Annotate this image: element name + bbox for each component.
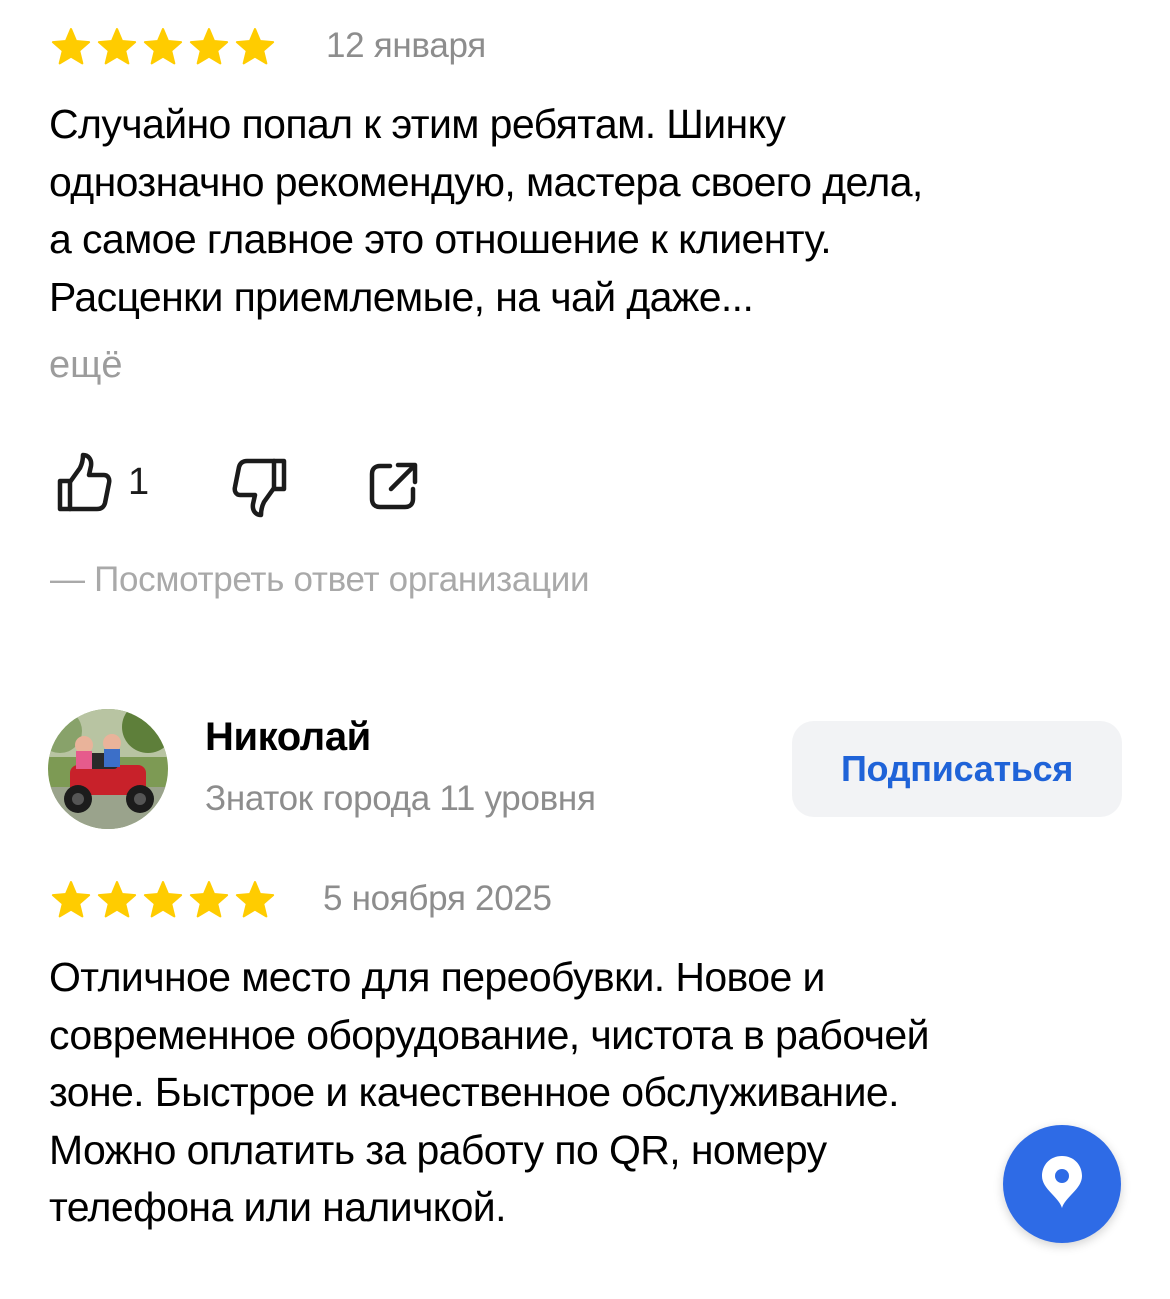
star-icon [96,880,138,920]
rating-stars [50,880,276,920]
star-icon [234,27,276,67]
star-icon [50,27,92,67]
review-text: Случайно попал к этим ребятам. Шинку одн… [49,101,923,320]
star-icon [234,880,276,920]
review-date: 5 ноября 2025 [323,879,552,918]
view-org-reply-link[interactable]: — Посмотреть ответ организации [50,560,590,600]
star-icon [142,880,184,920]
review-date: 12 января [326,26,486,65]
like-button[interactable]: 1 [56,452,149,512]
thumbs-down-icon [232,458,288,518]
star-icon [188,880,230,920]
avatar[interactable] [48,709,168,829]
rating-stars [50,27,276,67]
like-count: 1 [128,460,150,503]
dislike-button[interactable] [232,458,288,518]
star-icon [96,27,138,67]
star-icon [188,27,230,67]
star-icon [50,880,92,920]
author-level: Знаток города 11 уровня [205,779,596,818]
read-more-link[interactable]: ещё [49,344,123,387]
subscribe-button[interactable]: Подписаться [792,721,1122,817]
share-button[interactable] [368,461,420,511]
review-text: Отличное место для переобувки. Новое и с… [49,954,929,1230]
thumbs-up-icon [56,452,112,512]
map-pin-icon [1039,1153,1085,1216]
share-icon [368,461,420,511]
author-name[interactable]: Николай [205,715,371,760]
star-icon [142,27,184,67]
map-pin-button[interactable] [1003,1125,1121,1243]
